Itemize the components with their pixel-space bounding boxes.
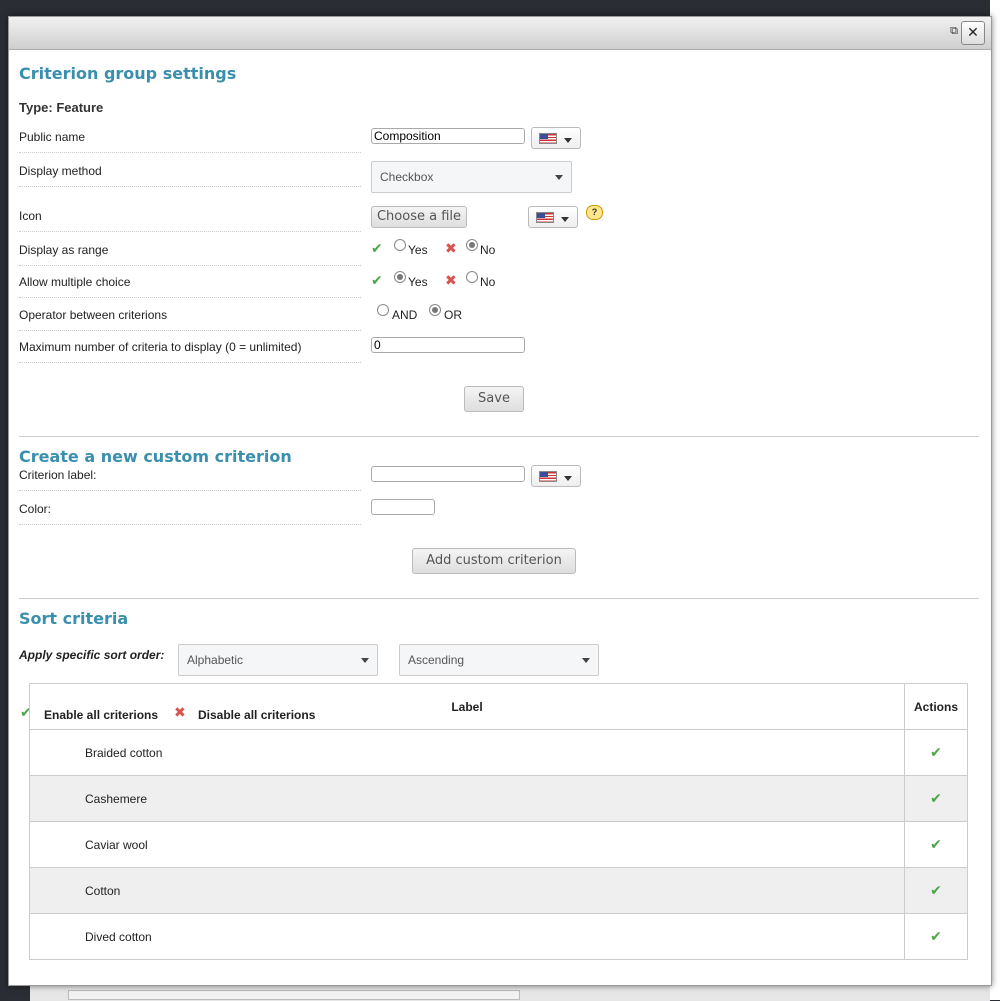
- cross-icon: ✖: [445, 273, 457, 289]
- sort-direction-select[interactable]: Ascending: [399, 644, 599, 676]
- divider: [19, 436, 979, 437]
- allow-multiple-yes-label: Yes: [408, 275, 428, 289]
- max-criteria-input[interactable]: [371, 337, 525, 353]
- us-flag-icon: [539, 133, 557, 144]
- table-row: Braided cotton ✔: [29, 729, 968, 776]
- custom-criterion-title: Create a new custom criterion: [19, 447, 292, 466]
- caret-down-icon: [555, 175, 563, 180]
- table-row: Caviar wool ✔: [29, 821, 968, 868]
- operator-and-label: AND: [392, 308, 418, 322]
- actions-column-header: Actions: [904, 683, 968, 730]
- color-label: Color:: [19, 502, 361, 525]
- display-range-no-radio[interactable]: [466, 239, 478, 251]
- add-custom-criterion-button[interactable]: Add custom criterion: [412, 548, 576, 574]
- max-criteria-label: Maximum number of criteria to display (0…: [19, 340, 361, 363]
- check-icon: ✔: [371, 273, 383, 289]
- background-page-footer: [30, 985, 990, 1001]
- criteria-table: Label Actions Braided cotton ✔ Cashemere ✔…: [29, 683, 968, 960]
- criterion-label-label: Criterion label:: [19, 468, 361, 491]
- public-name-language-select[interactable]: [531, 127, 581, 149]
- check-icon[interactable]: ✔: [930, 791, 942, 807]
- allow-multiple-label: Allow multiple choice: [19, 275, 361, 298]
- display-method-select[interactable]: Checkbox: [371, 161, 572, 193]
- caret-down-icon: [561, 217, 569, 222]
- sort-order-value: Alphabetic: [187, 653, 244, 667]
- criterion-label: Braided cotton: [29, 729, 905, 776]
- caret-down-icon: [564, 476, 572, 481]
- public-name-label: Public name: [19, 130, 361, 153]
- operator-or-radio[interactable]: [429, 304, 441, 316]
- icon-label: Icon: [19, 209, 361, 232]
- icon-language-select[interactable]: [528, 206, 578, 228]
- divider: [19, 598, 979, 599]
- color-input[interactable]: [371, 499, 435, 515]
- operator-and-radio[interactable]: [377, 304, 389, 316]
- allow-multiple-no-radio[interactable]: [466, 271, 478, 283]
- display-range-no-label: No: [480, 243, 496, 257]
- caret-down-icon: [582, 658, 590, 663]
- criterion-label: Caviar wool: [29, 821, 905, 868]
- criterion-label-input[interactable]: [371, 466, 525, 482]
- display-range-yes-radio[interactable]: [394, 239, 406, 251]
- save-button[interactable]: Save: [464, 386, 524, 412]
- display-as-range-label: Display as range: [19, 243, 361, 266]
- sort-criteria-title: Sort criteria: [19, 609, 129, 628]
- check-icon[interactable]: ✔: [930, 929, 942, 945]
- sort-order-select[interactable]: Alphabetic: [178, 644, 378, 676]
- type-label: Type: Feature: [19, 100, 104, 115]
- check-icon: ✔: [371, 241, 383, 257]
- modal-titlebar: ⧉ ✕: [9, 17, 991, 50]
- operator-label: Operator between criterions: [19, 308, 361, 331]
- criterion-group-modal: ⧉ ✕ Criterion group settings Type: Featu…: [8, 16, 992, 986]
- allow-multiple-no-label: No: [480, 275, 496, 289]
- check-icon[interactable]: ✔: [930, 883, 942, 899]
- cross-icon: ✖: [445, 241, 457, 257]
- table-row: Dived cotton ✔: [29, 913, 968, 960]
- check-icon[interactable]: ✔: [930, 837, 942, 853]
- public-name-input[interactable]: [371, 128, 525, 144]
- table-row: Cashemere ✔: [29, 775, 968, 822]
- restore-icon[interactable]: ⧉: [949, 26, 959, 37]
- us-flag-icon: [536, 212, 554, 223]
- sort-direction-value: Ascending: [408, 653, 465, 667]
- display-method-value: Checkbox: [380, 170, 434, 184]
- group-settings-title: Criterion group settings: [19, 64, 237, 83]
- criterion-label: Cashemere: [29, 775, 905, 822]
- choose-file-button[interactable]: Choose a file: [371, 206, 467, 228]
- operator-or-label: OR: [444, 308, 462, 322]
- label-column-header: Label: [29, 683, 905, 730]
- help-icon[interactable]: ?: [586, 205, 603, 220]
- close-icon[interactable]: ✕: [961, 21, 985, 45]
- allow-multiple-yes-radio[interactable]: [394, 271, 406, 283]
- check-icon[interactable]: ✔: [930, 745, 942, 761]
- criterion-label: Cotton: [29, 867, 905, 914]
- criterion-language-select[interactable]: [531, 465, 581, 487]
- display-range-yes-label: Yes: [408, 243, 428, 257]
- table-row: Cotton ✔: [29, 867, 968, 914]
- caret-down-icon: [564, 138, 572, 143]
- criterion-label: Dived cotton: [29, 913, 905, 960]
- apply-sort-label: Apply specific sort order:: [19, 648, 165, 662]
- us-flag-icon: [539, 471, 557, 482]
- display-method-label: Display method: [19, 164, 361, 187]
- caret-down-icon: [361, 658, 369, 663]
